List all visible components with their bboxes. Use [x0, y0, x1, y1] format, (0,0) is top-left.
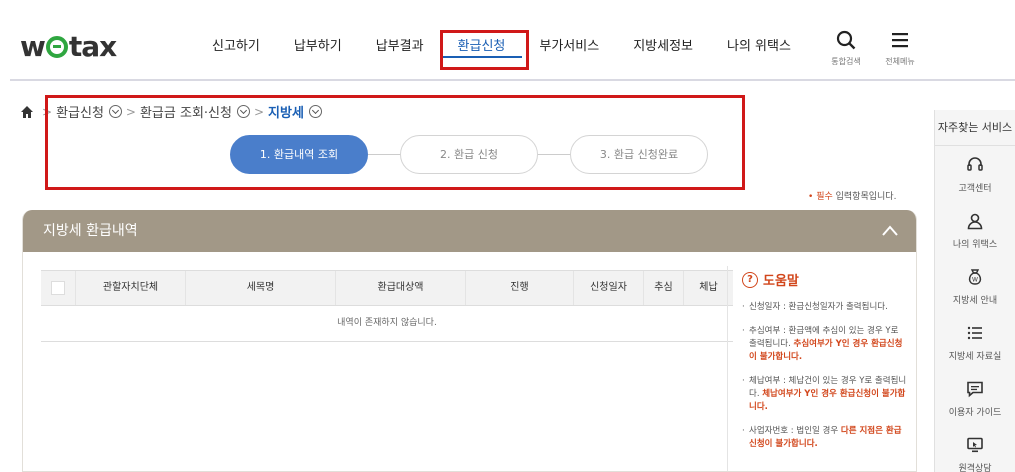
- hamburger-icon: [892, 33, 908, 48]
- header-divider: [10, 79, 1015, 81]
- refund-table: 관할자치단체 세목명 환급대상액 진행 신청일자 추심 체납 내역이 존재하지 …: [41, 270, 733, 342]
- logo-e-icon: [45, 36, 68, 58]
- quick-title: 자주찾는 서비스: [935, 110, 1015, 146]
- chat-icon: [967, 381, 983, 398]
- select-all-checkbox[interactable]: [51, 281, 65, 295]
- quick-item-local-tax-library[interactable]: 지방세 자료실: [935, 314, 1015, 370]
- select-all-cell: [41, 271, 75, 305]
- help-item: 신청일자 : 환급신청일자가 출력됩니다.: [742, 301, 907, 314]
- monitor-icon: [967, 437, 983, 453]
- site-header: w tax 신고하기 납부하기 납부결과 환급신청 부가서비스 지방세정보 나의 …: [0, 0, 1015, 81]
- column-header-apply-date: 신청일자: [573, 271, 643, 305]
- quick-item-label: 나의 위택스: [952, 240, 998, 250]
- column-header-collection: 추심: [643, 271, 683, 305]
- money-bag-icon: W: [968, 269, 982, 285]
- list-icon: [967, 326, 982, 340]
- nav-item-report[interactable]: 신고하기: [195, 36, 277, 58]
- user-icon: [967, 213, 983, 230]
- nav-highlight-box: [440, 30, 529, 70]
- help-box: ? 도움말 신청일자 : 환급신청일자가 출력됩니다. 추심여부 : 환급액에 …: [727, 266, 907, 471]
- column-header-progress: 진행: [465, 271, 573, 305]
- column-header-jurisdiction: 관할자치단체: [75, 271, 185, 305]
- help-text: 신청일자 : 환급신청일자가 출력됩니다.: [749, 302, 888, 312]
- quick-item-my-wetax[interactable]: 나의 위택스: [935, 202, 1015, 258]
- column-header-arrears: 체납: [683, 271, 733, 305]
- panel-title: 지방세 환급내역: [43, 223, 138, 239]
- nav-item-extra-service[interactable]: 부가서비스: [522, 36, 616, 58]
- quick-service-sidebar: 자주찾는 서비스 고객센터 나의 위택스 W 지방세 안내 지방세 자료실 이용…: [934, 110, 1015, 472]
- table-empty-row: 내역이 존재하지 않습니다.: [41, 306, 733, 342]
- required-emphasis: 필수: [816, 192, 833, 202]
- column-header-refund-amount: 환급대상액: [335, 271, 465, 305]
- chevron-up-icon[interactable]: [882, 223, 898, 239]
- search-icon: [836, 30, 856, 50]
- quick-item-customer-center[interactable]: 고객센터: [935, 146, 1015, 202]
- quick-item-label: 고객센터: [958, 184, 992, 194]
- required-mark: •: [808, 192, 814, 202]
- column-header-tax-item: 세목명: [185, 271, 335, 305]
- quick-item-local-tax-guide[interactable]: W 지방세 안내: [935, 258, 1015, 314]
- help-item: 추심여부 : 환급액에 추심이 있는 경우 Y로 출력됩니다. 추심여부가 Y인…: [742, 325, 907, 364]
- required-text: 입력항목입니다.: [832, 192, 897, 202]
- required-note: • 필수 입력항목입니다.: [808, 189, 896, 202]
- quick-item-user-guide[interactable]: 이용자 가이드: [935, 370, 1015, 426]
- quick-item-remote-support[interactable]: 원격상담: [935, 426, 1015, 472]
- quick-item-label: 원격상담: [958, 464, 992, 472]
- all-menu-button[interactable]: 전체메뉴: [878, 30, 922, 67]
- logo-text-left: w: [20, 30, 46, 63]
- steps-highlight-box: [45, 95, 745, 190]
- nav-item-my-wetax[interactable]: 나의 위택스: [710, 36, 808, 58]
- svg-text:W: W: [972, 277, 978, 284]
- nav-item-local-tax-info[interactable]: 지방세정보: [616, 36, 710, 58]
- help-item: 체납여부 : 체납건이 있는 경우 Y로 출력됩니다. 체납여부가 Y인 경우 …: [742, 375, 907, 414]
- all-menu-label: 전체메뉴: [885, 57, 915, 66]
- help-title: ? 도움말: [742, 270, 907, 289]
- quick-item-label: 지방세 자료실: [948, 352, 1002, 362]
- help-warning: 체납여부가 Y인 경우 환급신청이 불가합니다.: [749, 389, 906, 412]
- quick-item-label: 이용자 가이드: [948, 408, 1002, 418]
- table-header: 관할자치단체 세목명 환급대상액 진행 신청일자 추심 체납: [41, 270, 733, 306]
- wetax-logo[interactable]: w tax: [20, 30, 117, 63]
- search-button[interactable]: 통합검색: [824, 30, 868, 67]
- question-circle-icon: ?: [742, 271, 758, 288]
- logo-text-right: tax: [68, 30, 117, 63]
- help-title-text: 도움말: [763, 274, 799, 289]
- quick-item-label: 지방세 안내: [952, 296, 998, 306]
- help-text: 사업자번호 : 법인일 경우: [749, 426, 841, 436]
- search-label: 통합검색: [831, 57, 861, 66]
- nav-item-pay-result[interactable]: 납부결과: [359, 36, 441, 58]
- nav-item-pay[interactable]: 납부하기: [277, 36, 359, 58]
- panel-header: 지방세 환급내역: [23, 210, 916, 252]
- refund-panel: 지방세 환급내역 관할자치단체 세목명 환급대상액 진행 신청일자 추심 체납 …: [22, 210, 917, 472]
- headset-icon: [967, 157, 983, 171]
- home-icon[interactable]: [20, 105, 34, 119]
- help-item: 사업자번호 : 법인일 경우 다른 지점은 환급신청이 불가합니다.: [742, 425, 907, 451]
